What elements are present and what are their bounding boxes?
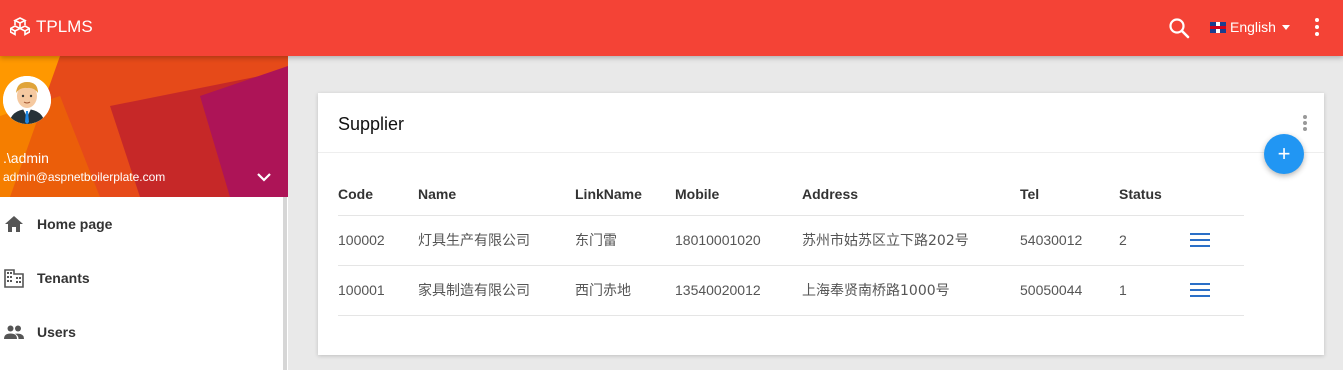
cell-name: 灯具生产有限公司 — [418, 215, 575, 266]
language-dropdown[interactable]: English — [1210, 19, 1290, 35]
search-icon[interactable] — [1168, 17, 1190, 39]
column-header-code[interactable]: Code — [338, 173, 418, 216]
cell-address: 上海奉贤南桥路1000号 — [802, 265, 1020, 316]
column-header-tel[interactable]: Tel — [1020, 173, 1119, 216]
sidebar-scrollbar[interactable] — [283, 197, 287, 370]
user-info-panel: .\admin admin@aspnetboilerplate.com — [0, 56, 288, 197]
brand-title: TPLMS — [36, 17, 93, 36]
sidebar: .\admin admin@aspnetboilerplate.com Home… — [0, 56, 288, 370]
card-header: Supplier — [318, 93, 1324, 153]
add-supplier-button[interactable]: + — [1264, 134, 1304, 174]
user-name: .\admin — [3, 150, 49, 166]
sidebar-item-label: Home page — [37, 216, 113, 232]
column-header-mobile[interactable]: Mobile — [675, 173, 802, 216]
caret-down-icon — [1281, 24, 1290, 30]
column-header-actions — [1190, 173, 1244, 216]
cell-link-name: 西门赤地 — [575, 265, 675, 316]
column-header-linkname[interactable]: LinkName — [575, 173, 675, 216]
cell-actions — [1190, 265, 1244, 316]
sidebar-item-home[interactable]: Home page — [0, 197, 288, 251]
column-header-name[interactable]: Name — [418, 173, 575, 216]
cell-code: 100002 — [338, 215, 418, 266]
cell-code: 100001 — [338, 265, 418, 316]
cell-name: 家具制造有限公司 — [418, 265, 575, 316]
language-label: English — [1230, 19, 1276, 35]
top-navbar: TPLMS English — [0, 0, 1343, 56]
menu-icon[interactable] — [1190, 283, 1210, 297]
sidebar-item-tenants[interactable]: Tenants — [0, 251, 288, 305]
cell-status: 1 — [1119, 265, 1190, 316]
cell-mobile: 18010001020 — [675, 215, 802, 266]
cell-status: 2 — [1119, 215, 1190, 266]
cubes-icon — [10, 17, 30, 36]
user-email: admin@aspnetboilerplate.com — [3, 170, 166, 184]
cell-tel: 54030012 — [1020, 215, 1119, 266]
sidebar-menu: Home page Tenants Users — [0, 197, 288, 359]
chevron-down-icon[interactable] — [256, 172, 272, 182]
supplier-table: Code Name LinkName Mobile Address Tel St… — [338, 173, 1244, 316]
table-row[interactable]: 100002 灯具生产有限公司 东门雷 18010001020 苏州市姑苏区立下… — [338, 215, 1244, 266]
table-row[interactable]: 100001 家具制造有限公司 西门赤地 13540020012 上海奉贤南桥路… — [338, 265, 1244, 316]
people-icon — [4, 325, 24, 339]
cell-link-name: 东门雷 — [575, 215, 675, 266]
cell-address: 苏州市姑苏区立下路202号 — [802, 215, 1020, 266]
page-title: Supplier — [338, 114, 405, 134]
sidebar-item-label: Users — [37, 324, 76, 340]
cell-mobile: 13540020012 — [675, 265, 802, 316]
column-header-status[interactable]: Status — [1119, 173, 1190, 216]
table-header-row: Code Name LinkName Mobile Address Tel St… — [338, 173, 1244, 216]
sidebar-item-label: Tenants — [37, 270, 90, 286]
uk-flag-icon — [1210, 21, 1226, 33]
cell-tel: 50050044 — [1020, 265, 1119, 316]
business-icon — [4, 269, 24, 288]
avatar — [3, 76, 51, 124]
card-more-icon[interactable] — [1302, 115, 1308, 133]
home-icon — [5, 216, 23, 232]
column-header-address[interactable]: Address — [802, 173, 1020, 216]
brand[interactable]: TPLMS — [10, 17, 93, 37]
supplier-card: Supplier Code Name LinkName Mobile Addre… — [318, 93, 1324, 355]
cell-actions — [1190, 215, 1244, 266]
more-vert-icon[interactable] — [1313, 18, 1321, 38]
sidebar-item-users[interactable]: Users — [0, 305, 288, 359]
menu-icon[interactable] — [1190, 233, 1210, 247]
